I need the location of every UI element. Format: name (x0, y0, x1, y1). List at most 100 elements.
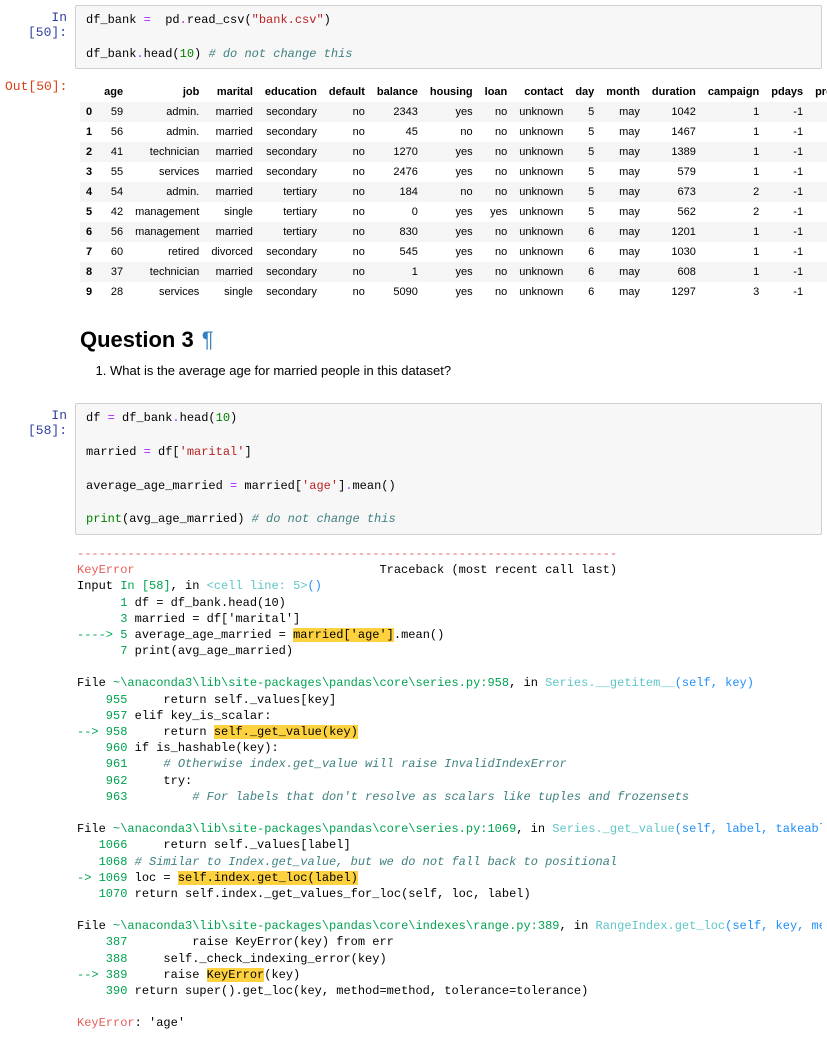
table-cell: 1030 (646, 242, 702, 262)
table-cell: may (600, 222, 646, 242)
tb-lineno: 3 (77, 612, 127, 626)
table-cell: yes (424, 222, 479, 242)
tb-text: , in (560, 919, 596, 933)
table-cell: no (323, 262, 371, 282)
code-cell-1[interactable]: In [50]: df_bank = pd.read_csv("bank.csv… (5, 5, 822, 69)
table-cell: 1 (702, 162, 765, 182)
traceback: ----------------------------------------… (75, 540, 822, 1038)
code-token: df[ (151, 445, 180, 459)
tb-text: (self, key, method, tolerance) (725, 919, 822, 933)
table-row: 241technicianmarriedsecondaryno1270yesno… (80, 142, 827, 162)
table-cell: no (479, 102, 514, 122)
code-token: married[ (237, 479, 302, 493)
table-cell: no (323, 122, 371, 142)
table-cell: 1 (371, 262, 424, 282)
table-cell: may (600, 242, 646, 262)
table-cell: 0 (80, 102, 98, 122)
code-cell-2[interactable]: In [58]: df = df_bank.head(10) married =… (5, 403, 822, 535)
tb-highlight: self._get_value(key) (214, 725, 358, 739)
table-cell: secondary (259, 162, 323, 182)
code-token: pd (151, 13, 180, 27)
error-output-cell: ----------------------------------------… (5, 540, 822, 1038)
tb-text: , in (171, 579, 207, 593)
table-cell: admin. (129, 102, 205, 122)
tb-lineno: 7 (77, 644, 127, 658)
table-cell: 2476 (371, 162, 424, 182)
table-cell: unknown (513, 242, 569, 262)
table-header: balance (371, 82, 424, 102)
table-cell: admin. (129, 122, 205, 142)
table-cell: 0 (809, 122, 827, 142)
table-cell: 0 (809, 102, 827, 122)
table-cell: 0 (809, 222, 827, 242)
table-cell: 6 (569, 222, 600, 242)
tb-lineno: 1 (77, 596, 127, 610)
tb-text: <cell line: 5> (207, 579, 308, 593)
code-token: . (172, 411, 179, 425)
tb-lineno: 963 (77, 790, 127, 804)
table-cell: yes (424, 142, 479, 162)
table-cell: no (479, 242, 514, 262)
table-cell: secondary (259, 122, 323, 142)
table-row: 837technicianmarriedsecondaryno1yesnounk… (80, 262, 827, 282)
table-cell: no (323, 182, 371, 202)
tb-text: return self.index._get_values_for_loc(se… (127, 887, 530, 901)
tb-highlight: KeyError (207, 968, 265, 982)
table-cell: unknown (513, 282, 569, 302)
table-cell: secondary (259, 142, 323, 162)
table-cell: married (205, 182, 259, 202)
code-token: = (144, 445, 151, 459)
table-cell: 184 (371, 182, 424, 202)
tb-text: married = df['marital'] (127, 612, 300, 626)
table-cell: may (600, 282, 646, 302)
table-cell: yes (424, 102, 479, 122)
table-cell: secondary (259, 282, 323, 302)
table-cell: -1 (765, 142, 809, 162)
tb-text: Input (77, 579, 120, 593)
markdown-cell[interactable]: Question 3¶ What is the average age for … (5, 307, 822, 398)
tb-text: (self, label, takeable) (675, 822, 822, 836)
table-cell: no (479, 182, 514, 202)
tb-errname: KeyError (77, 1016, 135, 1030)
table-cell: no (323, 202, 371, 222)
table-cell: unknown (513, 202, 569, 222)
code-token: 'marital' (180, 445, 245, 459)
table-cell: 0 (809, 282, 827, 302)
table-cell: 5 (569, 182, 600, 202)
tb-text: RangeIndex.get_loc (596, 919, 726, 933)
tb-text: return self._values[key] (127, 693, 336, 707)
table-cell: yes (424, 242, 479, 262)
table-cell: 1467 (646, 122, 702, 142)
anchor-link[interactable]: ¶ (202, 327, 214, 352)
tb-text: (self, key) (675, 676, 754, 690)
tb-lineno: --> 389 (77, 968, 127, 982)
table-row: 156admin.marriedsecondaryno45nonounknown… (80, 122, 827, 142)
table-cell: 830 (371, 222, 424, 242)
table-cell: may (600, 182, 646, 202)
table-cell: unknown (513, 142, 569, 162)
code-editor[interactable]: df = df_bank.head(10) married = df['mari… (75, 403, 822, 535)
notebook: In [50]: df_bank = pd.read_csv("bank.csv… (0, 0, 827, 1048)
table-cell: no (323, 162, 371, 182)
table-cell: single (205, 202, 259, 222)
table-header: month (600, 82, 646, 102)
table-cell: 2343 (371, 102, 424, 122)
tb-lineno: 961 (77, 757, 127, 771)
table-header: previous (809, 82, 827, 102)
table-cell: 2 (702, 182, 765, 202)
tb-text: raise (127, 968, 206, 982)
tb-text: , in (509, 676, 545, 690)
table-cell: 1 (702, 222, 765, 242)
table-cell: 1 (702, 122, 765, 142)
table-cell: yes (424, 162, 479, 182)
table-cell: yes (424, 262, 479, 282)
code-token: # do not change this (252, 512, 396, 526)
table-header (80, 82, 98, 102)
md-prompt (5, 307, 75, 398)
in-prompt: In [58]: (5, 403, 75, 535)
table-cell: no (479, 142, 514, 162)
table-cell: 1389 (646, 142, 702, 162)
table-header: default (323, 82, 371, 102)
table-cell: 562 (646, 202, 702, 222)
code-editor[interactable]: df_bank = pd.read_csv("bank.csv") df_ban… (75, 5, 822, 69)
